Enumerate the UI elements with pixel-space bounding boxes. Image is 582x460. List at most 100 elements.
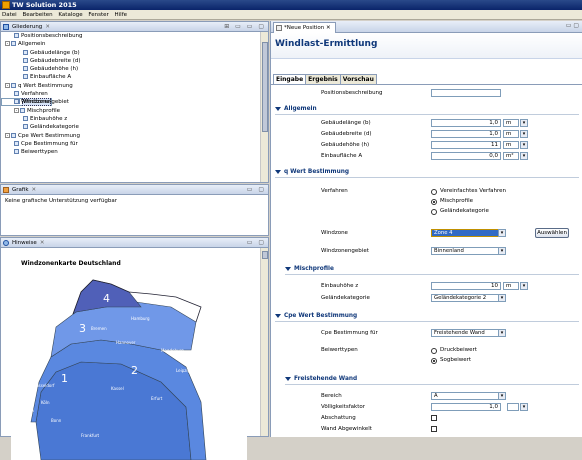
tree-item[interactable]: Windzonengebiet bbox=[1, 98, 260, 106]
laenge-input[interactable]: 1,0 bbox=[431, 119, 501, 127]
hinweise-title[interactable]: Hinweise bbox=[12, 240, 37, 246]
tree-item[interactable]: - q Wert Bestimmung bbox=[1, 82, 260, 90]
radio-mischprofile[interactable] bbox=[431, 199, 437, 205]
window-title: TW Solution 2015 bbox=[12, 1, 77, 9]
radio-gelaendekategorie[interactable] bbox=[431, 209, 437, 215]
breite-label: Gebäudebreite (d) bbox=[321, 131, 372, 137]
tree-item[interactable]: Gebäudehöhe (h) bbox=[1, 65, 260, 73]
collapse-icon[interactable]: - bbox=[5, 41, 10, 47]
chevron-down-icon[interactable]: ▾ bbox=[498, 392, 506, 400]
collapse-icon[interactable]: - bbox=[5, 132, 10, 138]
tree-item[interactable]: Beiwerttypen bbox=[1, 148, 260, 156]
close-icon[interactable]: ✕ bbox=[326, 25, 331, 31]
menu-hilfe[interactable]: Hilfe bbox=[113, 10, 130, 20]
chevron-down-icon[interactable]: ▾ bbox=[520, 403, 528, 411]
input-form: Positionsbeschreibung Allgemein Gebäudel… bbox=[271, 84, 582, 437]
radio-vereinfacht[interactable] bbox=[431, 189, 437, 195]
chevron-down-icon[interactable]: ▾ bbox=[520, 130, 528, 138]
hoehe-input[interactable]: 11 bbox=[431, 141, 501, 149]
flaeche-unit[interactable]: m² bbox=[503, 152, 519, 160]
auswaehlen-button[interactable]: Auswählen bbox=[535, 228, 569, 238]
wandabgewinkelt-checkbox[interactable] bbox=[431, 426, 437, 432]
chevron-down-icon[interactable]: ▾ bbox=[520, 282, 528, 290]
hoehe-unit[interactable]: m bbox=[503, 141, 519, 149]
chevron-down-icon[interactable]: ▾ bbox=[520, 152, 528, 160]
voelligkeit-unit[interactable] bbox=[507, 403, 519, 411]
section-qwert[interactable]: q Wert Bestimmung bbox=[275, 169, 349, 175]
tree-item[interactable]: Einbaufläche A bbox=[1, 73, 260, 81]
tree-item-label: Allgemein bbox=[18, 41, 46, 48]
beiwerttypen-label: Beiwerttypen bbox=[321, 347, 358, 353]
tree-item[interactable]: Einbauhöhe z bbox=[1, 115, 260, 123]
menu-datei[interactable]: Datei bbox=[0, 10, 19, 20]
chevron-down-icon[interactable]: ▾ bbox=[498, 329, 506, 337]
einbauhoehe-input[interactable]: 10 bbox=[431, 282, 501, 290]
close-icon[interactable]: ✕ bbox=[45, 24, 50, 30]
grafik-title[interactable]: Grafik bbox=[12, 187, 29, 193]
close-icon[interactable]: ✕ bbox=[32, 187, 37, 193]
flaeche-input[interactable]: 0,0 bbox=[431, 152, 501, 160]
laenge-unit[interactable]: m bbox=[503, 119, 519, 127]
radio-sogbeiwert[interactable] bbox=[431, 358, 437, 364]
tree-node-icon bbox=[11, 41, 16, 47]
tree-item[interactable]: Geländekategorie bbox=[1, 123, 260, 131]
windzone-select[interactable]: Zone 4 bbox=[431, 229, 499, 237]
chevron-down-icon[interactable]: ▾ bbox=[520, 141, 528, 149]
menu-kataloge[interactable]: Kataloge bbox=[56, 10, 84, 20]
breite-unit[interactable]: m bbox=[503, 130, 519, 138]
tree-item[interactable]: - Mischprofile bbox=[1, 107, 260, 115]
tab-eingabe[interactable]: Eingabe bbox=[273, 74, 307, 84]
abschattung-checkbox[interactable] bbox=[431, 415, 437, 421]
app-icon bbox=[2, 1, 10, 9]
hinweise-scrollbar[interactable] bbox=[260, 248, 268, 436]
editor-tab[interactable]: *Neue Position ✕ bbox=[273, 22, 336, 33]
tree-node-icon bbox=[11, 132, 16, 138]
breite-input[interactable]: 1,0 bbox=[431, 130, 501, 138]
grafik-panel-header: Grafik ✕ ▭ ▢ bbox=[1, 185, 268, 195]
section-cpe[interactable]: Cpe Wert Bestimmung bbox=[275, 313, 357, 319]
einbauhoehe-unit[interactable]: m bbox=[503, 282, 519, 290]
bereich-select[interactable]: A bbox=[431, 392, 499, 400]
positionsbeschreibung-input[interactable] bbox=[431, 89, 501, 97]
menu-fenster[interactable]: Fenster bbox=[86, 10, 110, 20]
cpe-fuer-select[interactable]: Freistehende Wand bbox=[431, 329, 499, 337]
section-mischprofile[interactable]: Mischprofile bbox=[285, 266, 334, 272]
scrollbar-thumb[interactable] bbox=[262, 251, 268, 259]
outline-title[interactable]: Gliederung bbox=[12, 24, 42, 30]
tree-item[interactable]: Gebäudebreite (d) bbox=[1, 57, 260, 65]
close-icon[interactable]: ✕ bbox=[40, 240, 45, 246]
voelligkeit-label: Völligkeitsfaktor bbox=[321, 404, 365, 410]
zone-label: 3 bbox=[79, 322, 86, 335]
view-controls[interactable]: ⊞ ▭ ▭ ▢ bbox=[224, 22, 266, 32]
tree-item[interactable]: Cpe Bestimmung für bbox=[1, 140, 260, 148]
tree-item[interactable]: Verfahren bbox=[1, 90, 260, 98]
outline-scrollbar[interactable] bbox=[260, 32, 268, 182]
radio-mischprofile-label: Mischprofile bbox=[440, 198, 474, 204]
chevron-down-icon[interactable]: ▾ bbox=[520, 119, 528, 127]
section-freistehend[interactable]: Freistehende Wand bbox=[285, 376, 357, 382]
chevron-down-icon[interactable]: ▾ bbox=[498, 294, 506, 302]
tab-ergebnis[interactable]: Ergebnis bbox=[305, 74, 341, 84]
outline-panel-header: Gliederung ✕ ⊞ ▭ ▭ ▢ bbox=[1, 22, 268, 32]
collapse-icon[interactable]: - bbox=[5, 82, 10, 88]
flaeche-label: Einbaufläche A bbox=[321, 153, 363, 159]
radio-druckbeiwert[interactable] bbox=[431, 348, 437, 354]
chevron-down-icon[interactable]: ▾ bbox=[498, 247, 506, 255]
menu-bearbeiten[interactable]: Bearbeiten bbox=[20, 10, 54, 20]
windzonengebiet-select[interactable]: Binnenland bbox=[431, 247, 499, 255]
section-allgemein[interactable]: Allgemein bbox=[275, 106, 317, 112]
tab-vorschau[interactable]: Vorschau bbox=[339, 74, 377, 84]
tree-item[interactable]: - Cpe Wert Bestimmung bbox=[1, 132, 260, 140]
view-controls[interactable]: ▭ ▢ bbox=[247, 238, 266, 248]
tree-item[interactable]: Positionsbeschreibung bbox=[1, 32, 260, 40]
voelligkeit-input[interactable]: 1,0 bbox=[431, 403, 501, 411]
tree-item[interactable]: - Allgemein bbox=[1, 40, 260, 48]
scrollbar-thumb[interactable] bbox=[262, 42, 268, 132]
view-controls[interactable]: ▭ ▢ bbox=[566, 22, 579, 29]
view-controls[interactable]: ▭ ▢ bbox=[247, 185, 266, 195]
collapse-icon[interactable]: - bbox=[14, 107, 19, 113]
windzone-map: 4 3 2 1 Hamburg Bremen Berlin Hannover Magde… bbox=[11, 272, 247, 460]
gelaendekategorie-select[interactable]: Geländekategorie 2 bbox=[431, 294, 499, 302]
tree-item[interactable]: Gebäudelänge (b) bbox=[1, 49, 260, 57]
chevron-down-icon[interactable]: ▾ bbox=[498, 229, 506, 237]
